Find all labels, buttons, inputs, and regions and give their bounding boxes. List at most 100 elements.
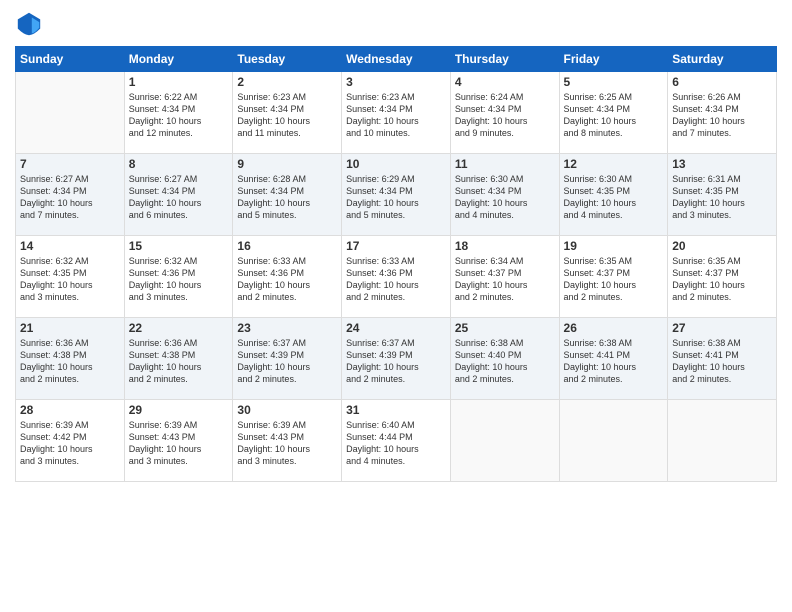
calendar-cell: 13 Sunrise: 6:31 AM Sunset: 4:35 PM Dayli… xyxy=(668,154,777,236)
day-info: Sunrise: 6:28 AM Sunset: 4:34 PM Dayligh… xyxy=(237,173,337,222)
logo-icon xyxy=(15,10,43,38)
day-info: Sunrise: 6:35 AM Sunset: 4:37 PM Dayligh… xyxy=(672,255,772,304)
calendar-cell: 7 Sunrise: 6:27 AM Sunset: 4:34 PM Daylig… xyxy=(16,154,125,236)
day-number: 8 xyxy=(129,157,229,171)
header-monday: Monday xyxy=(124,47,233,72)
calendar-cell: 16 Sunrise: 6:33 AM Sunset: 4:36 PM Dayli… xyxy=(233,236,342,318)
calendar-cell: 14 Sunrise: 6:32 AM Sunset: 4:35 PM Dayli… xyxy=(16,236,125,318)
calendar-cell: 9 Sunrise: 6:28 AM Sunset: 4:34 PM Daylig… xyxy=(233,154,342,236)
day-info: Sunrise: 6:26 AM Sunset: 4:34 PM Dayligh… xyxy=(672,91,772,140)
day-info: Sunrise: 6:33 AM Sunset: 4:36 PM Dayligh… xyxy=(346,255,446,304)
header xyxy=(15,10,777,38)
day-number: 27 xyxy=(672,321,772,335)
day-number: 11 xyxy=(455,157,555,171)
day-info: Sunrise: 6:38 AM Sunset: 4:40 PM Dayligh… xyxy=(455,337,555,386)
calendar-cell: 26 Sunrise: 6:38 AM Sunset: 4:41 PM Dayli… xyxy=(559,318,668,400)
day-info: Sunrise: 6:37 AM Sunset: 4:39 PM Dayligh… xyxy=(237,337,337,386)
day-info: Sunrise: 6:24 AM Sunset: 4:34 PM Dayligh… xyxy=(455,91,555,140)
day-number: 30 xyxy=(237,403,337,417)
calendar-cell: 10 Sunrise: 6:29 AM Sunset: 4:34 PM Dayli… xyxy=(342,154,451,236)
calendar-cell: 15 Sunrise: 6:32 AM Sunset: 4:36 PM Dayli… xyxy=(124,236,233,318)
day-info: Sunrise: 6:29 AM Sunset: 4:34 PM Dayligh… xyxy=(346,173,446,222)
calendar-cell: 18 Sunrise: 6:34 AM Sunset: 4:37 PM Dayli… xyxy=(450,236,559,318)
day-number: 23 xyxy=(237,321,337,335)
day-number: 28 xyxy=(20,403,120,417)
day-info: Sunrise: 6:36 AM Sunset: 4:38 PM Dayligh… xyxy=(129,337,229,386)
calendar-cell: 4 Sunrise: 6:24 AM Sunset: 4:34 PM Daylig… xyxy=(450,72,559,154)
day-info: Sunrise: 6:39 AM Sunset: 4:43 PM Dayligh… xyxy=(129,419,229,468)
calendar-week-row: 28 Sunrise: 6:39 AM Sunset: 4:42 PM Dayli… xyxy=(16,400,777,482)
day-info: Sunrise: 6:32 AM Sunset: 4:36 PM Dayligh… xyxy=(129,255,229,304)
header-friday: Friday xyxy=(559,47,668,72)
day-number: 18 xyxy=(455,239,555,253)
logo xyxy=(15,10,47,38)
day-number: 15 xyxy=(129,239,229,253)
day-info: Sunrise: 6:22 AM Sunset: 4:34 PM Dayligh… xyxy=(129,91,229,140)
header-saturday: Saturday xyxy=(668,47,777,72)
day-info: Sunrise: 6:33 AM Sunset: 4:36 PM Dayligh… xyxy=(237,255,337,304)
header-wednesday: Wednesday xyxy=(342,47,451,72)
day-number: 10 xyxy=(346,157,446,171)
calendar-week-row: 7 Sunrise: 6:27 AM Sunset: 4:34 PM Daylig… xyxy=(16,154,777,236)
calendar-cell: 21 Sunrise: 6:36 AM Sunset: 4:38 PM Dayli… xyxy=(16,318,125,400)
calendar-cell: 19Sunrise: 6:35 AM Sunset: 4:37 PM Dayli… xyxy=(559,236,668,318)
day-number: 13 xyxy=(672,157,772,171)
day-number: 21 xyxy=(20,321,120,335)
day-info: Sunrise: 6:25 AM Sunset: 4:34 PM Dayligh… xyxy=(564,91,664,140)
calendar-cell: 31Sunrise: 6:40 AM Sunset: 4:44 PM Dayli… xyxy=(342,400,451,482)
day-info: Sunrise: 6:37 AM Sunset: 4:39 PM Dayligh… xyxy=(346,337,446,386)
day-number: 14 xyxy=(20,239,120,253)
header-tuesday: Tuesday xyxy=(233,47,342,72)
day-info: Sunrise: 6:30 AM Sunset: 4:35 PM Dayligh… xyxy=(564,173,664,222)
page: SundayMondayTuesdayWednesdayThursdayFrid… xyxy=(0,0,792,612)
day-number: 1 xyxy=(129,75,229,89)
calendar-cell: 23 Sunrise: 6:37 AM Sunset: 4:39 PM Dayli… xyxy=(233,318,342,400)
day-number: 17 xyxy=(346,239,446,253)
day-info: Sunrise: 6:38 AM Sunset: 4:41 PM Dayligh… xyxy=(564,337,664,386)
calendar-cell: 6Sunrise: 6:26 AM Sunset: 4:34 PM Daylig… xyxy=(668,72,777,154)
calendar-cell: 28 Sunrise: 6:39 AM Sunset: 4:42 PM Dayli… xyxy=(16,400,125,482)
day-info: Sunrise: 6:36 AM Sunset: 4:38 PM Dayligh… xyxy=(20,337,120,386)
day-number: 12 xyxy=(564,157,664,171)
day-number: 19 xyxy=(564,239,664,253)
day-info: Sunrise: 6:39 AM Sunset: 4:43 PM Dayligh… xyxy=(237,419,337,468)
calendar-cell xyxy=(16,72,125,154)
calendar-table: SundayMondayTuesdayWednesdayThursdayFrid… xyxy=(15,46,777,482)
day-info: Sunrise: 6:32 AM Sunset: 4:35 PM Dayligh… xyxy=(20,255,120,304)
day-number: 24 xyxy=(346,321,446,335)
calendar-cell: 3Sunrise: 6:23 AM Sunset: 4:34 PM Daylig… xyxy=(342,72,451,154)
calendar-cell: 27Sunrise: 6:38 AM Sunset: 4:41 PM Dayli… xyxy=(668,318,777,400)
day-number: 9 xyxy=(237,157,337,171)
calendar-header-row: SundayMondayTuesdayWednesdayThursdayFrid… xyxy=(16,47,777,72)
day-number: 26 xyxy=(564,321,664,335)
calendar-cell xyxy=(450,400,559,482)
calendar-cell: 12 Sunrise: 6:30 AM Sunset: 4:35 PM Dayli… xyxy=(559,154,668,236)
calendar-cell: 11 Sunrise: 6:30 AM Sunset: 4:34 PM Dayli… xyxy=(450,154,559,236)
calendar-cell: 22 Sunrise: 6:36 AM Sunset: 4:38 PM Dayli… xyxy=(124,318,233,400)
day-number: 20 xyxy=(672,239,772,253)
day-number: 16 xyxy=(237,239,337,253)
day-info: Sunrise: 6:34 AM Sunset: 4:37 PM Dayligh… xyxy=(455,255,555,304)
day-number: 31 xyxy=(346,403,446,417)
calendar-cell xyxy=(668,400,777,482)
calendar-cell: 5 Sunrise: 6:25 AM Sunset: 4:34 PM Daylig… xyxy=(559,72,668,154)
day-info: Sunrise: 6:23 AM Sunset: 4:34 PM Dayligh… xyxy=(346,91,446,140)
day-number: 4 xyxy=(455,75,555,89)
calendar-cell: 17 Sunrise: 6:33 AM Sunset: 4:36 PM Dayli… xyxy=(342,236,451,318)
day-number: 22 xyxy=(129,321,229,335)
day-info: Sunrise: 6:31 AM Sunset: 4:35 PM Dayligh… xyxy=(672,173,772,222)
calendar-cell: 29Sunrise: 6:39 AM Sunset: 4:43 PM Dayli… xyxy=(124,400,233,482)
calendar-cell: 2 Sunrise: 6:23 AM Sunset: 4:34 PM Daylig… xyxy=(233,72,342,154)
header-thursday: Thursday xyxy=(450,47,559,72)
calendar-cell: 25Sunrise: 6:38 AM Sunset: 4:40 PM Dayli… xyxy=(450,318,559,400)
day-info: Sunrise: 6:30 AM Sunset: 4:34 PM Dayligh… xyxy=(455,173,555,222)
day-number: 7 xyxy=(20,157,120,171)
calendar-week-row: 21 Sunrise: 6:36 AM Sunset: 4:38 PM Dayli… xyxy=(16,318,777,400)
day-info: Sunrise: 6:23 AM Sunset: 4:34 PM Dayligh… xyxy=(237,91,337,140)
calendar-cell: 1 Sunrise: 6:22 AM Sunset: 4:34 PM Daylig… xyxy=(124,72,233,154)
day-info: Sunrise: 6:39 AM Sunset: 4:42 PM Dayligh… xyxy=(20,419,120,468)
day-number: 5 xyxy=(564,75,664,89)
day-info: Sunrise: 6:27 AM Sunset: 4:34 PM Dayligh… xyxy=(20,173,120,222)
day-number: 2 xyxy=(237,75,337,89)
calendar-cell: 24 Sunrise: 6:37 AM Sunset: 4:39 PM Dayli… xyxy=(342,318,451,400)
